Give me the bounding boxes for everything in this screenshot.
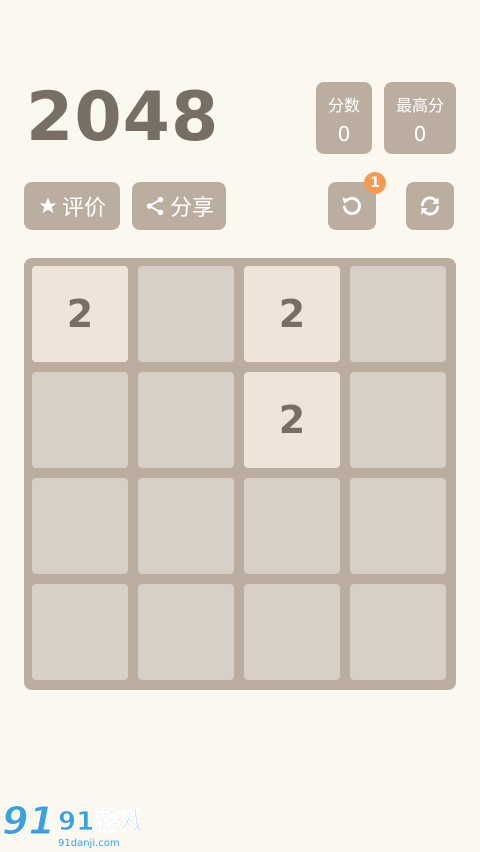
- share-icon: [146, 196, 164, 216]
- tile-r3-c1: [32, 478, 128, 574]
- tile-r2-c2: [138, 372, 234, 468]
- tile-r4-c2: [138, 584, 234, 680]
- tile-r4-c4: [350, 584, 446, 680]
- tile-r3-c3: [244, 478, 340, 574]
- watermark-site: 91danji.com: [58, 838, 120, 849]
- tile-r2-c4: [350, 372, 446, 468]
- watermark-text: 91游戏: [58, 807, 140, 837]
- current-score-box: 分数 0: [316, 82, 372, 154]
- rate-button[interactable]: 评价: [24, 182, 120, 230]
- current-score-label: 分数: [327, 96, 360, 115]
- tile-r4-c3: [244, 584, 340, 680]
- star-icon: [39, 197, 57, 214]
- game-title: 2048: [26, 78, 220, 157]
- tile-r2-c1: [32, 372, 128, 468]
- tile-r1-c2: [138, 266, 234, 362]
- svg-text:91: 91: [2, 799, 55, 843]
- tile-r2-c3: 2: [244, 372, 340, 468]
- best-score-box: 最高分 0: [384, 82, 456, 154]
- undo-count-badge: 1: [364, 172, 386, 194]
- tile-r3-c4: [350, 478, 446, 574]
- new-game-button[interactable]: [406, 182, 454, 230]
- best-score-label: 最高分: [395, 96, 444, 115]
- 91-game-watermark-logo: 91 91游戏 91danji.com: [2, 799, 141, 850]
- refresh-icon: [421, 196, 439, 216]
- share-label: 分享: [169, 196, 214, 221]
- tile-r1-c4: [350, 266, 446, 362]
- undo-icon: [342, 197, 361, 215]
- tile-r4-c1: [32, 584, 128, 680]
- tile-r1-c3: 2: [244, 266, 340, 362]
- share-button[interactable]: 分享: [132, 182, 226, 230]
- tile-r1-c1: 2: [32, 266, 128, 362]
- game-board[interactable]: 2 2 2: [24, 258, 456, 690]
- tile-r3-c2: [138, 478, 234, 574]
- rate-label: 评价: [61, 196, 106, 221]
- best-score-value: 0: [413, 122, 427, 146]
- current-score-value: 0: [337, 122, 351, 146]
